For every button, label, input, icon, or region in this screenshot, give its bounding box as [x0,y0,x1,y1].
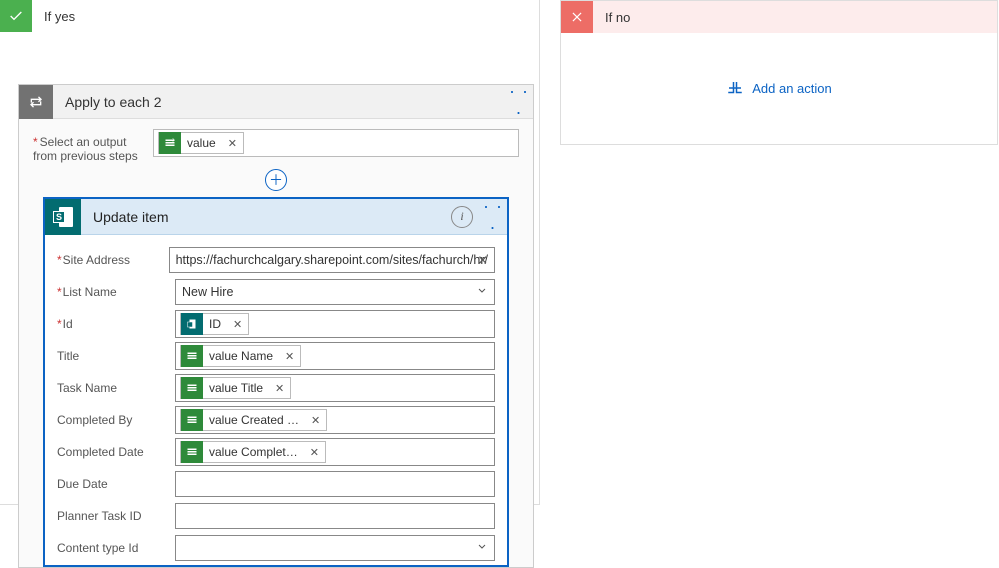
branch-no: If no Add an action [560,0,998,145]
loop-icon [19,85,53,119]
task-name-input[interactable]: value Title ✕ [175,374,495,402]
update-item-title: Update item [81,209,451,225]
check-icon [0,0,32,32]
branch-yes-header[interactable]: If yes [0,0,539,32]
apply-to-each-body: *Select an output from previous steps va… [19,119,533,567]
site-address-input[interactable]: https://fachurchcalgary.sharepoint.com/s… [169,247,495,273]
close-icon [561,1,593,33]
field-task-name: Task Name value Title ✕ [57,373,495,403]
planner-task-input[interactable] [175,503,495,529]
chevron-down-icon[interactable] [476,541,488,556]
title-input[interactable]: value Name ✕ [175,342,495,370]
select-output-row: *Select an output from previous steps va… [33,129,519,163]
field-due-date: Due Date [57,469,495,499]
token-value[interactable]: value ✕ [158,132,244,154]
field-completed-date: Completed Date value Complet… ✕ [57,437,495,467]
list-name-select[interactable]: New Hire [175,279,495,305]
due-date-input[interactable] [175,471,495,497]
completed-date-input[interactable]: value Complet… ✕ [175,438,495,466]
add-action-button[interactable]: Add an action [726,79,832,97]
add-action-label: Add an action [752,81,832,96]
field-title: Title value Name ✕ [57,341,495,371]
content-type-select[interactable] [175,535,495,561]
apply-to-each-header[interactable]: Apply to each 2 · · · [19,85,533,119]
branch-no-title: If no [593,10,630,25]
update-item-header[interactable]: S Update item i · · · [45,199,507,235]
excel-icon [181,409,203,431]
token-value-title[interactable]: value Title ✕ [180,377,291,399]
clear-icon[interactable]: ✕ [478,253,488,268]
flow-canvas: If yes Apply to each 2 · · · *Select an … [0,0,999,505]
token-value-name[interactable]: value Name ✕ [180,345,301,367]
field-list-name: *List Name New Hire [57,277,495,307]
select-output-input[interactable]: value ✕ [153,129,519,157]
token-remove-icon[interactable]: ✕ [305,414,326,427]
token-value-completed[interactable]: value Complet… ✕ [180,441,326,463]
token-remove-icon[interactable]: ✕ [269,382,290,395]
add-step-button[interactable]: ＋ [265,169,287,191]
field-id: *Id ID ✕ [57,309,495,339]
apply-to-each-card: Apply to each 2 · · · *Select an output … [18,84,534,568]
field-site-address: *Site Address https://fachurchcalgary.sh… [57,245,495,275]
select-output-label: *Select an output from previous steps [33,129,153,163]
sharepoint-token-icon [181,313,203,335]
excel-icon [181,377,203,399]
branch-no-header[interactable]: If no [561,1,997,33]
sharepoint-icon: S [45,199,81,235]
id-input[interactable]: ID ✕ [175,310,495,338]
chevron-down-icon[interactable] [476,285,488,300]
token-remove-icon[interactable]: ✕ [279,350,300,363]
field-completed-by: Completed By value Created … ✕ [57,405,495,435]
token-remove-icon[interactable]: ✕ [227,318,248,331]
info-icon[interactable]: i [451,206,473,228]
branch-yes: If yes Apply to each 2 · · · *Select an … [0,0,540,505]
excel-icon [181,441,203,463]
update-item-body: *Site Address https://fachurchcalgary.sh… [45,235,507,563]
branch-yes-title: If yes [32,9,75,24]
excel-icon [181,345,203,367]
token-remove-icon[interactable]: ✕ [304,446,325,459]
add-action-icon [726,79,744,97]
update-item-card: S Update item i · · · *Site Address http… [43,197,509,567]
token-value-created[interactable]: value Created … ✕ [180,409,327,431]
add-action-area: Add an action [561,33,997,143]
apply-to-each-title: Apply to each 2 [53,94,505,110]
update-more-menu-button[interactable]: · · · [479,196,507,238]
field-content-type: Content type Id [57,533,495,563]
field-planner-task: Planner Task ID [57,501,495,531]
completed-by-input[interactable]: value Created … ✕ [175,406,495,434]
excel-icon [159,132,181,154]
more-menu-button[interactable]: · · · [505,81,533,123]
token-remove-icon[interactable]: ✕ [222,137,243,150]
token-id[interactable]: ID ✕ [180,313,249,335]
